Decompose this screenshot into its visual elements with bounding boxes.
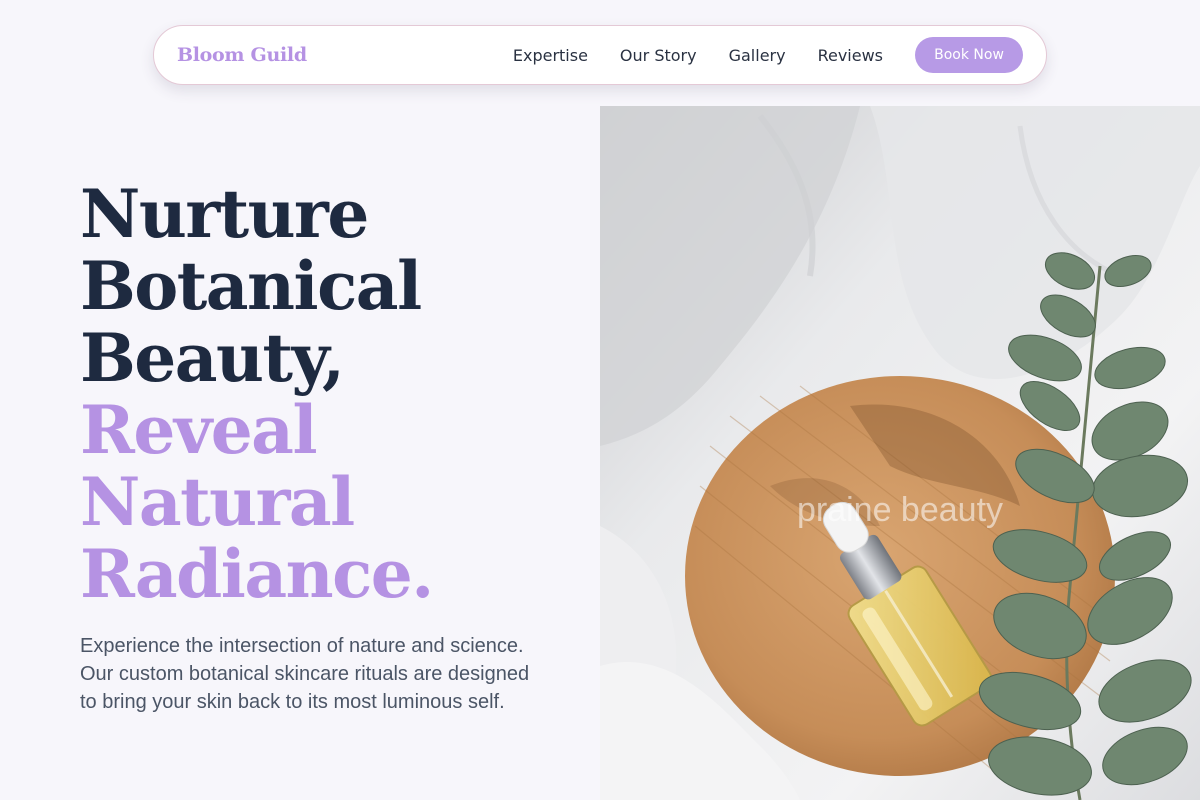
headline-accent-line: Natural [80,463,355,541]
hero-description: Experience the intersection of nature an… [80,635,530,713]
nav-links: Expertise Our Story Gallery Reviews [513,46,883,65]
product-photo-illustration: praine beauty [600,106,1200,800]
headline-line: Nurture [80,175,369,253]
nav-link-reviews[interactable]: Reviews [818,46,883,65]
headline-line: Beauty, [80,319,345,397]
hero-photo: praine beauty [600,106,1200,800]
hero-headline: Nurture Botanical Beauty, Reveal Natural… [80,178,590,610]
nav-link-our-story[interactable]: Our Story [620,46,697,65]
book-now-button[interactable]: Book Now [915,37,1023,73]
headline-line: Botanical [80,247,422,325]
brand-logo[interactable]: Bloom Guild [177,44,307,66]
nav-link-gallery[interactable]: Gallery [729,46,786,65]
nav-link-expertise[interactable]: Expertise [513,46,588,65]
headline-accent-line: Reveal [80,391,318,469]
headline-accent-line: Radiance. [80,535,434,613]
photo-watermark: praine beauty [797,491,1003,529]
top-nav: Bloom Guild Expertise Our Story Gallery … [153,25,1047,85]
